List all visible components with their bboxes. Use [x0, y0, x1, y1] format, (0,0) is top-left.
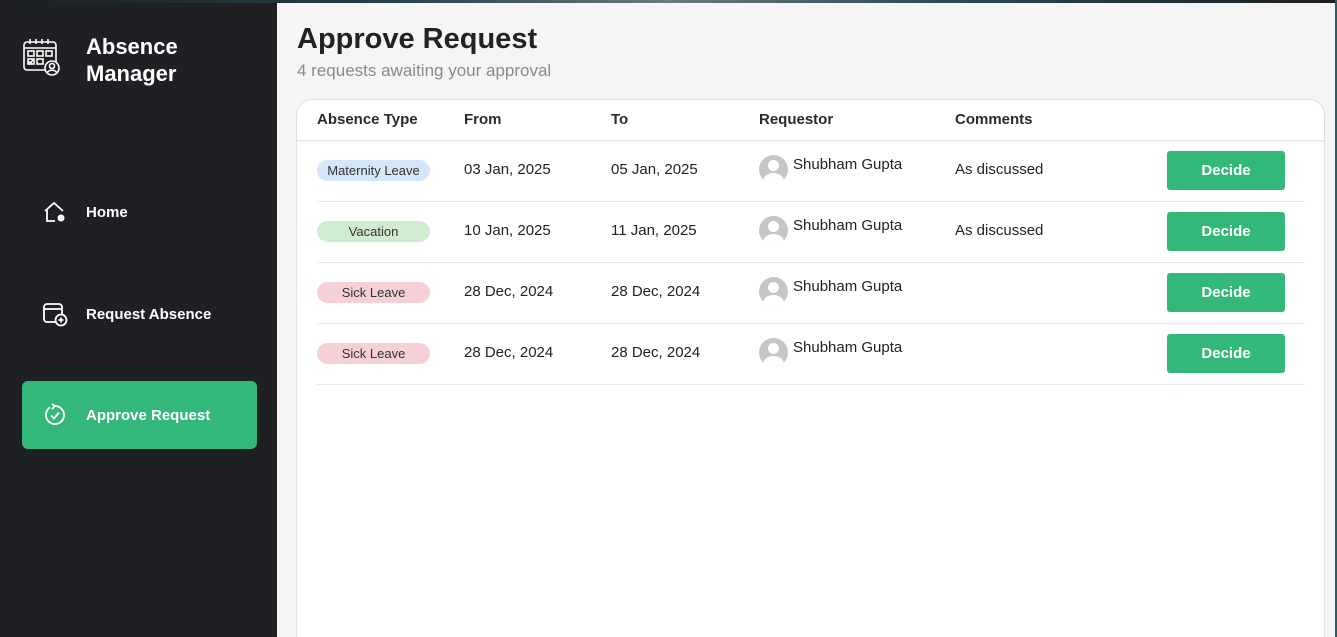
decide-button[interactable]: Decide — [1167, 334, 1285, 373]
to-date: 05 Jan, 2025 — [611, 161, 698, 178]
to-date: 28 Dec, 2024 — [611, 283, 701, 300]
sidebar-item-label: Approve Request — [86, 406, 211, 424]
refresh-check-icon — [41, 401, 69, 429]
from-date: 28 Dec, 2024 — [464, 283, 554, 300]
table-row: Sick Leave 28 Dec, 2024 28 Dec, 2024 Shu… — [317, 263, 1305, 324]
sidebar: Absence Manager Home Request Absence App… — [0, 3, 277, 637]
to-date: 11 Jan, 2025 — [611, 222, 697, 239]
decide-button[interactable]: Decide — [1167, 151, 1285, 190]
home-icon — [41, 198, 69, 226]
absence-type-badge: Vacation — [317, 221, 430, 242]
requestor-name: Shubham Gupta — [793, 339, 903, 356]
app-title: Absence Manager — [86, 34, 178, 86]
from-date: 10 Jan, 2025 — [464, 222, 551, 239]
avatar — [759, 155, 788, 184]
page-subtitle: 4 requests awaiting your approval — [297, 61, 552, 80]
column-header-from: From — [464, 111, 502, 128]
comment: As discussed — [955, 161, 1044, 178]
avatar — [759, 338, 788, 367]
table-row: Maternity Leave 03 Jan, 2025 05 Jan, 202… — [317, 141, 1305, 202]
decide-button[interactable]: Decide — [1167, 212, 1285, 251]
absence-type-badge: Maternity Leave — [317, 160, 430, 181]
calendar-add-icon — [41, 300, 69, 328]
avatar — [759, 216, 788, 245]
sidebar-item-label: Request Absence — [86, 305, 212, 323]
decide-button[interactable]: Decide — [1167, 273, 1285, 312]
to-date: 28 Dec, 2024 — [611, 344, 701, 361]
main-content: Approve Request 4 requests awaiting your… — [277, 3, 1335, 637]
absence-type-badge: Sick Leave — [317, 282, 430, 303]
sidebar-item-approve-request[interactable]: Approve Request — [22, 381, 257, 449]
requestor-name: Shubham Gupta — [793, 217, 903, 234]
sidebar-item-request-absence[interactable]: Request Absence — [22, 280, 257, 348]
requests-table: Absence Type From To Requestor Comments … — [296, 99, 1325, 637]
table-row: Sick Leave 28 Dec, 2024 28 Dec, 2024 Shu… — [317, 324, 1305, 385]
sidebar-item-label: Home — [86, 203, 128, 221]
absence-type-badge: Sick Leave — [317, 343, 430, 364]
requestor: Shubham Gupta — [759, 216, 902, 245]
comment: As discussed — [955, 222, 1044, 239]
from-date: 28 Dec, 2024 — [464, 344, 554, 361]
sidebar-item-home[interactable]: Home — [22, 178, 257, 246]
calendar-user-icon — [22, 37, 62, 77]
requestor: Shubham Gupta — [759, 277, 902, 306]
column-header-comments: Comments — [955, 111, 1033, 128]
table-header: Absence Type From To Requestor Comments — [297, 100, 1324, 141]
requestor: Shubham Gupta — [759, 338, 902, 367]
requestor-name: Shubham Gupta — [793, 156, 903, 173]
column-header-to: To — [611, 111, 629, 128]
column-header-absence-type: Absence Type — [317, 111, 418, 128]
requestor-name: Shubham Gupta — [793, 278, 903, 295]
page-title: Approve Request — [297, 23, 538, 55]
column-header-requestor: Requestor — [759, 111, 834, 128]
avatar — [759, 277, 788, 306]
requestor: Shubham Gupta — [759, 155, 902, 184]
from-date: 03 Jan, 2025 — [464, 161, 551, 178]
table-row: Vacation 10 Jan, 2025 11 Jan, 2025 Shubh… — [317, 202, 1305, 263]
brand: Absence Manager — [22, 33, 178, 87]
